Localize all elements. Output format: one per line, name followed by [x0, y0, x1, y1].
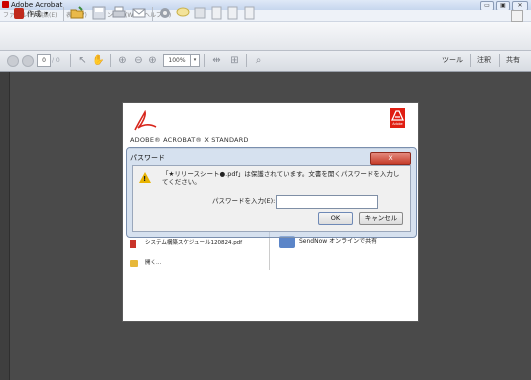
- main-toolbar: [0, 22, 531, 51]
- pdf-file-icon: [130, 240, 136, 248]
- toolbar-separator: [70, 54, 71, 67]
- toolbar-separator: [152, 7, 153, 21]
- password-label: パスワードを入力(E):: [212, 197, 276, 205]
- acrobat-logo-icon: [134, 110, 157, 131]
- select-cursor-icon[interactable]: ↖: [76, 54, 89, 67]
- adobe-logo: Adobe: [390, 108, 405, 128]
- open-folder-icon: [130, 260, 138, 267]
- sign-document-icon[interactable]: [210, 6, 224, 20]
- open-file-link[interactable]: 開く...: [145, 259, 161, 268]
- password-input[interactable]: [276, 195, 378, 209]
- email-icon[interactable]: [132, 6, 146, 20]
- zoom-level-input[interactable]: 100%: [163, 54, 191, 67]
- ok-button[interactable]: OK: [318, 212, 353, 225]
- product-name: ADOBE® ACROBAT® X STANDARD: [130, 136, 249, 144]
- toolbar-separator: [470, 54, 471, 67]
- navigation-pane-strip[interactable]: [0, 72, 10, 380]
- combine-files-icon[interactable]: [243, 6, 257, 20]
- sendnow-share-link[interactable]: SendNow オンラインで共有: [299, 237, 377, 246]
- page-number-input[interactable]: 0: [37, 54, 51, 67]
- previous-page-icon[interactable]: [7, 55, 19, 67]
- fit-page-icon[interactable]: ⊞: [228, 54, 241, 67]
- expand-toolbar-icon[interactable]: [511, 10, 523, 22]
- share-pane-button[interactable]: 共有: [506, 55, 520, 66]
- recent-file-link[interactable]: システム構築スケジュール120824.pdf: [145, 239, 242, 248]
- comment-pane-button[interactable]: 注釈: [477, 55, 491, 66]
- toolbar-separator: [204, 54, 205, 67]
- marquee-zoom-icon[interactable]: ⊕: [116, 54, 129, 67]
- stamp-icon[interactable]: [193, 6, 207, 20]
- zoom-in-icon[interactable]: ⊕: [146, 54, 159, 67]
- dialog-title: パスワード: [130, 154, 165, 162]
- hand-tool-icon[interactable]: ✋: [92, 54, 105, 67]
- zoom-out-icon[interactable]: ⊖: [132, 54, 145, 67]
- settings-gear-icon[interactable]: [158, 6, 172, 20]
- create-pdf-icon[interactable]: [14, 8, 24, 19]
- export-document-icon[interactable]: [226, 6, 240, 20]
- acrobat-app-icon: [2, 1, 9, 8]
- toolbar-separator: [110, 54, 111, 67]
- fit-width-icon[interactable]: ⇹: [210, 54, 223, 67]
- toolbar-separator: [63, 7, 64, 21]
- zoom-dropdown-chevron-icon[interactable]: ▾: [190, 54, 200, 67]
- cancel-button[interactable]: キャンセル: [359, 212, 403, 225]
- comment-bubble-icon[interactable]: [176, 6, 190, 20]
- chevron-down-icon[interactable]: ▾: [45, 9, 48, 19]
- page-total-label: / 0: [52, 57, 60, 64]
- toolbar-separator: [246, 54, 247, 67]
- open-folder-icon[interactable]: [70, 6, 84, 20]
- toolbar-separator: [499, 54, 500, 67]
- save-icon[interactable]: [92, 6, 106, 20]
- dialog-close-button[interactable]: X: [370, 152, 411, 165]
- create-button-label[interactable]: 作成: [27, 9, 41, 19]
- tools-pane-button[interactable]: ツール: [442, 55, 463, 66]
- search-icon[interactable]: ⌕: [252, 54, 265, 67]
- adobe-logo-icon: Adobe: [390, 110, 405, 126]
- warning-exclamation-icon: !: [143, 175, 147, 183]
- next-page-icon[interactable]: [22, 55, 34, 67]
- svg-text:Adobe: Adobe: [392, 122, 402, 126]
- dialog-message: 「★リリースシート●.pdf」は保護されています。文書を開くパスワードを入力して…: [162, 170, 400, 186]
- print-icon[interactable]: [112, 6, 126, 20]
